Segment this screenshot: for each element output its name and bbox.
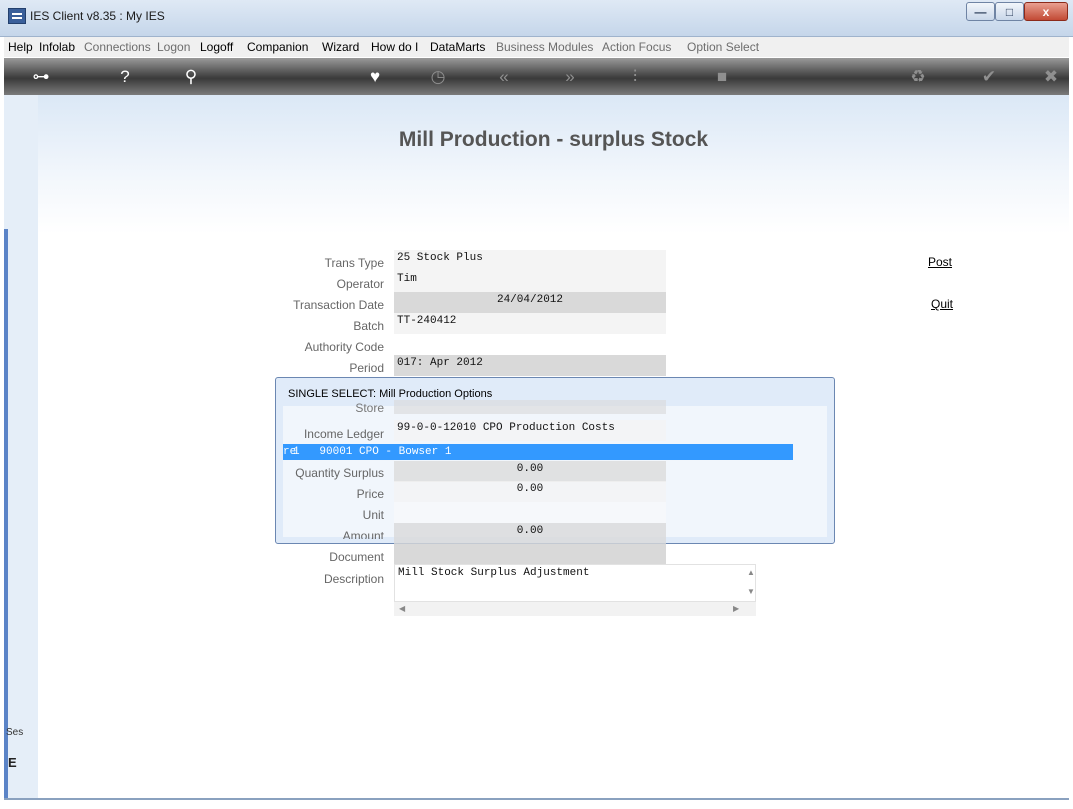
menu-datamarts[interactable]: DataMarts	[430, 40, 485, 54]
trans-type-label: Trans Type	[324, 256, 384, 270]
batch-field[interactable]: TT-240412	[394, 313, 666, 334]
selected-option-row[interactable]: re 1 90001 CPO - Bowser 1	[283, 444, 793, 460]
quantity-surplus-field[interactable]: 0.00	[394, 461, 666, 482]
scroll-down-icon[interactable]: ▼	[747, 587, 755, 596]
menu-action-focus[interactable]: Action Focus	[602, 40, 671, 54]
scroll-up-icon[interactable]: ▲	[747, 568, 755, 577]
operator-field[interactable]: Tim	[394, 271, 666, 292]
document-label: Document	[329, 550, 384, 564]
search-icon[interactable]: ⚲	[180, 68, 202, 85]
price-field[interactable]: 0.00	[394, 481, 666, 502]
session-label: Ses	[6, 727, 24, 738]
menu-bar: Help Infolab Connections Logon Logoff Co…	[4, 37, 1069, 57]
income-ledger-field[interactable]: 99-0-0-12010 CPO Production Costs	[394, 420, 666, 441]
bottom-border	[4, 798, 1069, 800]
close-icon[interactable]: ✖	[1040, 68, 1062, 85]
transaction-date-field[interactable]: 24/04/2012	[394, 292, 666, 313]
store-label: Store	[355, 401, 384, 415]
store-field[interactable]	[394, 400, 666, 414]
popup-title: SINGLE SELECT: Mill Production Options	[288, 388, 493, 400]
unit-field[interactable]	[394, 502, 666, 523]
tree-icon[interactable]: ⫶	[624, 68, 646, 85]
left-panel	[4, 95, 38, 799]
description-text: Mill Stock Surplus Adjustment	[398, 567, 590, 579]
menu-companion[interactable]: Companion	[247, 40, 308, 54]
menu-infolab[interactable]: Infolab	[39, 40, 75, 54]
authority-code-label: Authority Code	[304, 340, 384, 354]
left-accent-strip	[4, 229, 8, 799]
recycle-icon[interactable]: ♻	[907, 68, 929, 85]
operator-label: Operator	[336, 277, 384, 291]
horizontal-scrollbar[interactable]: ◀ ▶	[394, 602, 756, 616]
quantity-surplus-label: Quantity Surplus	[295, 466, 384, 480]
check-icon[interactable]: ✔	[978, 68, 1000, 85]
stop-icon[interactable]: ■	[711, 68, 733, 85]
menu-how-do-i[interactable]: How do I	[371, 40, 418, 54]
description-label: Description	[323, 572, 384, 586]
menu-help[interactable]: Help	[8, 40, 33, 54]
maximize-button[interactable]: □	[995, 2, 1024, 21]
period-label: Period	[349, 361, 384, 375]
window-title: IES Client v8.35 : My IES	[30, 9, 165, 23]
transaction-date-label: Transaction Date	[293, 298, 384, 312]
authority-code-field[interactable]	[394, 334, 666, 355]
menu-connections[interactable]: Connections	[84, 40, 151, 54]
scroll-left-icon[interactable]: ◀	[399, 604, 405, 613]
session-icon[interactable]: E	[8, 755, 17, 770]
menu-business-modules[interactable]: Business Modules	[496, 40, 593, 54]
key-icon[interactable]: ⊶	[30, 68, 52, 85]
header-panel	[38, 95, 1069, 234]
price-label: Price	[356, 487, 384, 501]
description-field[interactable]: Mill Stock Surplus Adjustment ▲ ▼	[394, 564, 756, 602]
close-window-button[interactable]: x	[1024, 2, 1068, 21]
period-field[interactable]: 017: Apr 2012	[394, 355, 666, 376]
scroll-right-icon[interactable]: ▶	[733, 604, 739, 613]
document-field[interactable]	[394, 544, 666, 565]
amount-field[interactable]: 0.00	[394, 523, 666, 544]
post-link[interactable]: Post	[928, 255, 952, 269]
menu-logon[interactable]: Logon	[157, 40, 190, 54]
rewind-icon[interactable]: «	[493, 68, 515, 85]
unit-label: Unit	[362, 508, 384, 522]
menu-logoff[interactable]: Logoff	[200, 40, 233, 54]
minimize-button[interactable]: —	[966, 2, 995, 21]
amount-label: Amount	[342, 529, 384, 539]
income-ledger-label: Income Ledger	[303, 427, 384, 441]
clock-icon[interactable]: ◷	[427, 68, 449, 85]
heart-icon[interactable]: ♥	[364, 68, 386, 85]
quit-link[interactable]: Quit	[931, 297, 953, 311]
toolbar: ⊶ ? ⚲ ♥ ◷ « » ⫶ ■ ♻ ✔ ✖	[4, 58, 1069, 95]
page-title: Mill Production - surplus Stock	[398, 128, 709, 151]
selected-row-text: 1 90001 CPO - Bowser 1	[293, 446, 452, 458]
batch-label: Batch	[353, 319, 384, 333]
menu-wizard[interactable]: Wizard	[322, 40, 359, 54]
app-icon	[8, 8, 26, 24]
forward-icon[interactable]: »	[559, 68, 581, 85]
trans-type-field[interactable]: 25 Stock Plus	[394, 250, 666, 271]
menu-option-select[interactable]: Option Select	[687, 40, 759, 54]
help-icon[interactable]: ?	[114, 68, 136, 85]
